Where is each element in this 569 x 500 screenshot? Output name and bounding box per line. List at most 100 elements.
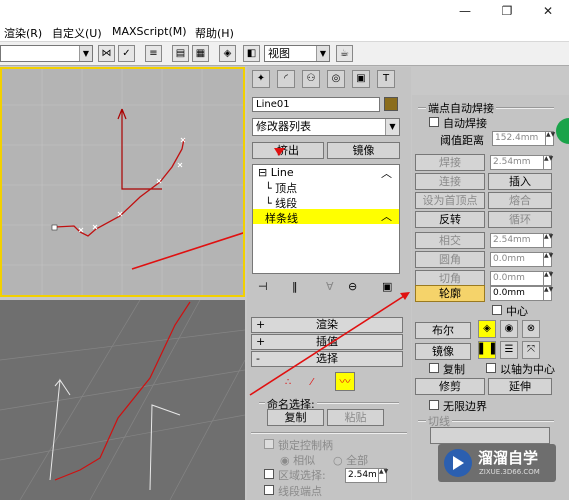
viewport-perspective[interactable]	[0, 300, 245, 500]
spinner-arrows-icon[interactable]: ▲▼	[543, 253, 553, 266]
object-name-field[interactable]: Line01	[252, 97, 380, 112]
schematic-view-icon[interactable]: ▦	[192, 45, 209, 62]
rollout-rendering[interactable]: + 渲染	[251, 317, 403, 333]
hierarchy-tab-icon[interactable]: ⚇	[302, 70, 320, 88]
paste-button[interactable]: 粘贴	[327, 409, 384, 426]
union-icon[interactable]: ◈	[478, 320, 496, 338]
menu-bar: 渲染(R) 自定义(U) MAXScript(M) 帮助(H)	[0, 22, 569, 42]
make-first-button[interactable]: 设为首顶点	[415, 192, 485, 209]
render-setup-icon[interactable]: ◧	[243, 45, 260, 62]
extrude-button[interactable]: 挤出	[252, 142, 324, 159]
center-checkbox[interactable]	[492, 305, 502, 315]
layer-manager-icon[interactable]: ≡	[145, 45, 162, 62]
mirror-both-icon[interactable]: ⤧	[522, 341, 540, 359]
stack-item-line[interactable]: ⊟ Line	[258, 166, 294, 179]
spinner-arrows-icon[interactable]: ▲▼	[378, 469, 388, 482]
copy-button[interactable]: 复制	[267, 409, 324, 426]
threshold-spinner[interactable]: 152.4mm ▲▼	[492, 131, 555, 146]
mirror-button[interactable]: 镜像	[327, 142, 400, 159]
segment-end-checkbox[interactable]	[264, 485, 274, 495]
spinner-arrows-icon[interactable]: ▲▼	[545, 132, 555, 145]
auto-weld-checkbox[interactable]	[429, 117, 439, 127]
intersection-icon[interactable]: ⊗	[522, 320, 540, 338]
rollout-interpolation[interactable]: + 插值	[251, 334, 403, 350]
spinner-arrows-icon[interactable]: ▲▼	[543, 272, 553, 285]
outline-spinner[interactable]: 0.0mm ▲▼	[490, 286, 553, 301]
intersect-spinner[interactable]: 2.54mm ▲▼	[490, 233, 553, 248]
spline-mode-icon[interactable]: 〰	[335, 372, 355, 391]
auto-weld-label: 自动焊接	[443, 117, 487, 130]
area-select-checkbox[interactable]	[264, 469, 274, 479]
weld-spinner[interactable]: 2.54mm ▲▼	[490, 155, 553, 170]
chamfer-spinner[interactable]: 0.0mm ▲▼	[490, 271, 553, 286]
weld-button[interactable]: 焊接	[415, 154, 485, 171]
mirror-spline-button[interactable]: 镜像	[415, 343, 471, 360]
boolean-button[interactable]: 布尔	[415, 322, 471, 339]
spinner-arrows-icon[interactable]: ▲▼	[543, 234, 553, 247]
trim-button[interactable]: 修剪	[415, 378, 485, 395]
subtract-icon[interactable]: ◉	[500, 320, 518, 338]
rollout-selection-label: 选择	[316, 352, 338, 365]
fillet-button[interactable]: 圆角	[415, 251, 485, 268]
center-label: 中心	[506, 305, 528, 318]
maximize-button[interactable]: ❐	[497, 3, 517, 19]
all-radio[interactable]: ○ 全部	[333, 452, 368, 468]
menu-help[interactable]: 帮助(H)	[195, 25, 234, 41]
modify-tab-icon[interactable]: ◜	[277, 70, 295, 88]
fuse-button[interactable]: 熔合	[488, 192, 552, 209]
modifier-list-dropdown[interactable]: 修改器列表 ▼	[252, 118, 400, 136]
auto-weld-group-title: 端点自动焊接	[426, 100, 496, 116]
intersect-button[interactable]: 相交	[415, 232, 485, 249]
view-dropdown[interactable]: 视图 ▼	[264, 45, 330, 62]
pin-stack-icon[interactable]: ⊣	[258, 280, 268, 293]
teapot-render-icon[interactable]: ☕	[336, 45, 353, 62]
menu-maxscript[interactable]: MAXScript(M)	[112, 25, 187, 38]
menu-render[interactable]: 渲染(R)	[4, 25, 42, 41]
extend-button[interactable]: 延伸	[488, 378, 552, 395]
display-tab-icon[interactable]: ▣	[352, 70, 370, 88]
selection-set-dropdown[interactable]: ▼	[0, 45, 93, 62]
menu-customize[interactable]: 自定义(U)	[52, 25, 102, 41]
collapse-icon[interactable]: ︿	[381, 208, 392, 224]
close-button[interactable]: ✕	[538, 3, 558, 19]
collapse-icon[interactable]: ︿	[381, 165, 392, 181]
reverse-button[interactable]: 反转	[415, 211, 485, 228]
similar-radio[interactable]: ◉ 相似	[280, 452, 315, 468]
outline-button[interactable]: 轮廓	[415, 285, 485, 302]
area-select-spinner[interactable]: 2.54m ▲▼	[345, 468, 388, 483]
geometry-rollout: 端点自动焊接 自动焊接 阈值距离 152.4mm ▲▼ 焊接 2.54mm ▲▼ 连…	[412, 95, 569, 500]
viewport-top[interactable]	[0, 67, 245, 297]
stack-item-vertex[interactable]: └ 顶点	[265, 180, 297, 196]
material-editor-icon[interactable]: ◈	[219, 45, 236, 62]
show-end-result-icon[interactable]: ‖	[292, 280, 298, 293]
spinner-arrows-icon[interactable]: ▲▼	[543, 156, 553, 169]
rollout-selection[interactable]: - 选择	[251, 351, 403, 367]
curve-editor-icon[interactable]: ▤	[172, 45, 189, 62]
minimize-button[interactable]: —	[455, 3, 475, 19]
object-color-swatch[interactable]	[384, 97, 398, 111]
spinner-arrows-icon[interactable]: ▲▼	[543, 287, 553, 300]
align-tool-icon[interactable]: ✓	[118, 45, 135, 62]
copy-checkbox[interactable]	[429, 363, 439, 373]
make-unique-icon[interactable]: ∀	[326, 280, 334, 293]
about-pivot-checkbox[interactable]	[486, 363, 496, 373]
lock-handles-checkbox[interactable]	[264, 439, 274, 449]
fillet-spinner[interactable]: 0.0mm ▲▼	[490, 252, 553, 267]
tangent-copy-button[interactable]	[430, 427, 550, 444]
motion-tab-icon[interactable]: ◎	[327, 70, 345, 88]
infinite-bounds-checkbox[interactable]	[429, 400, 439, 410]
connect-button[interactable]: 连接	[415, 173, 485, 190]
configure-sets-icon[interactable]: ▣	[382, 280, 392, 293]
mirror-vertical-icon[interactable]: ☰	[500, 341, 518, 359]
segment-mode-icon[interactable]: ⁄	[311, 377, 327, 389]
mirror-horizontal-icon[interactable]: ▌▐	[478, 341, 496, 359]
utilities-tab-icon[interactable]: T	[377, 70, 395, 88]
all-label: 全部	[346, 454, 369, 467]
cycle-button[interactable]: 循环	[488, 211, 552, 228]
vertex-mode-icon[interactable]: ∴	[285, 377, 301, 389]
remove-modifier-icon[interactable]: ⊖	[348, 280, 357, 293]
mirror-tool-icon[interactable]: ⋈	[98, 45, 115, 62]
stack-item-spline[interactable]: 样条线 ︿	[253, 208, 399, 225]
create-tab-icon[interactable]: ✦	[252, 70, 270, 88]
insert-button[interactable]: 插入	[488, 173, 552, 190]
